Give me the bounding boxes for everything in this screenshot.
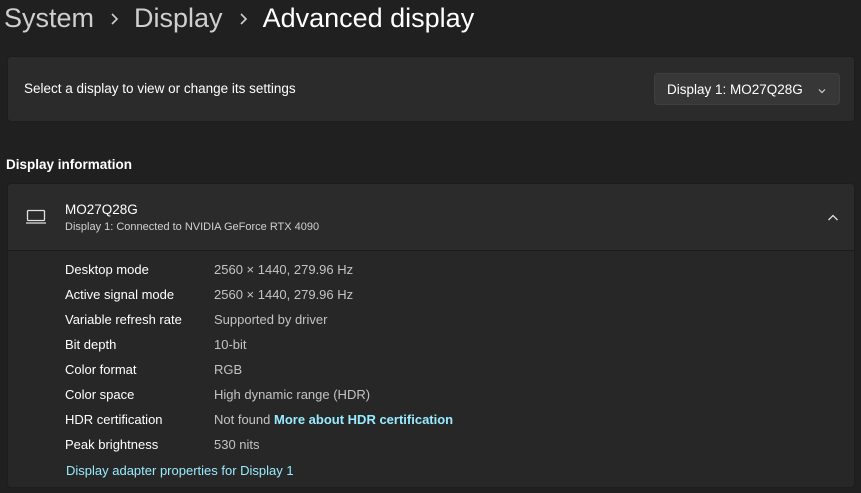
- display-dropdown-value: Display 1: MO27Q28G: [667, 81, 803, 97]
- info-value: High dynamic range (HDR): [214, 387, 371, 402]
- breadcrumb-system[interactable]: System: [4, 3, 94, 34]
- page-title: Advanced display: [262, 2, 475, 33]
- display-select-label: Select a display to view or change its s…: [24, 81, 296, 96]
- display-dropdown[interactable]: Display 1: MO27Q28G: [654, 73, 840, 105]
- info-label: Peak brightness: [65, 437, 159, 452]
- info-label: Color space: [65, 387, 135, 402]
- hdr-status: Not found: [214, 412, 271, 427]
- info-label: HDR certification: [65, 412, 163, 427]
- info-value: RGB: [214, 362, 243, 377]
- info-label: Bit depth: [65, 337, 117, 352]
- display-info-header[interactable]: MO27Q28G Display 1: Connected to NVIDIA …: [8, 184, 854, 251]
- chevron-down-icon: [817, 84, 827, 99]
- chevron-right-icon: [223, 3, 263, 34]
- monitor-icon: [25, 209, 47, 230]
- info-value: 530 nits: [214, 437, 260, 452]
- info-label: Active signal mode: [65, 287, 175, 302]
- info-label: Color format: [65, 362, 137, 377]
- info-value: Supported by driver: [214, 312, 328, 327]
- section-title-display-information: Display information: [6, 157, 133, 172]
- info-value: 10-bit: [214, 337, 247, 352]
- info-value: 2560 × 1440, 279.96 Hz: [214, 262, 354, 277]
- chevron-up-icon[interactable]: [827, 210, 839, 228]
- breadcrumb-display[interactable]: Display: [134, 3, 223, 34]
- monitor-connection: Display 1: Connected to NVIDIA GeForce R…: [65, 221, 320, 233]
- display-select-card: Select a display to view or change its s…: [7, 56, 855, 122]
- info-value: Not found More about HDR certification: [214, 412, 453, 427]
- info-label: Desktop mode: [65, 262, 149, 277]
- breadcrumb: System Display Advanced display: [4, 0, 474, 36]
- display-info-body: Desktop mode 2560 × 1440, 279.96 Hz Acti…: [8, 251, 854, 487]
- monitor-name: MO27Q28G: [65, 202, 138, 217]
- display-info-card: MO27Q28G Display 1: Connected to NVIDIA …: [7, 183, 855, 488]
- chevron-right-icon: [94, 3, 134, 34]
- display-adapter-properties-link[interactable]: Display adapter properties for Display 1: [66, 463, 294, 478]
- info-value: 2560 × 1440, 279.96 Hz: [214, 287, 354, 302]
- hdr-certification-link[interactable]: More about HDR certification: [274, 412, 453, 427]
- info-label: Variable refresh rate: [65, 312, 182, 327]
